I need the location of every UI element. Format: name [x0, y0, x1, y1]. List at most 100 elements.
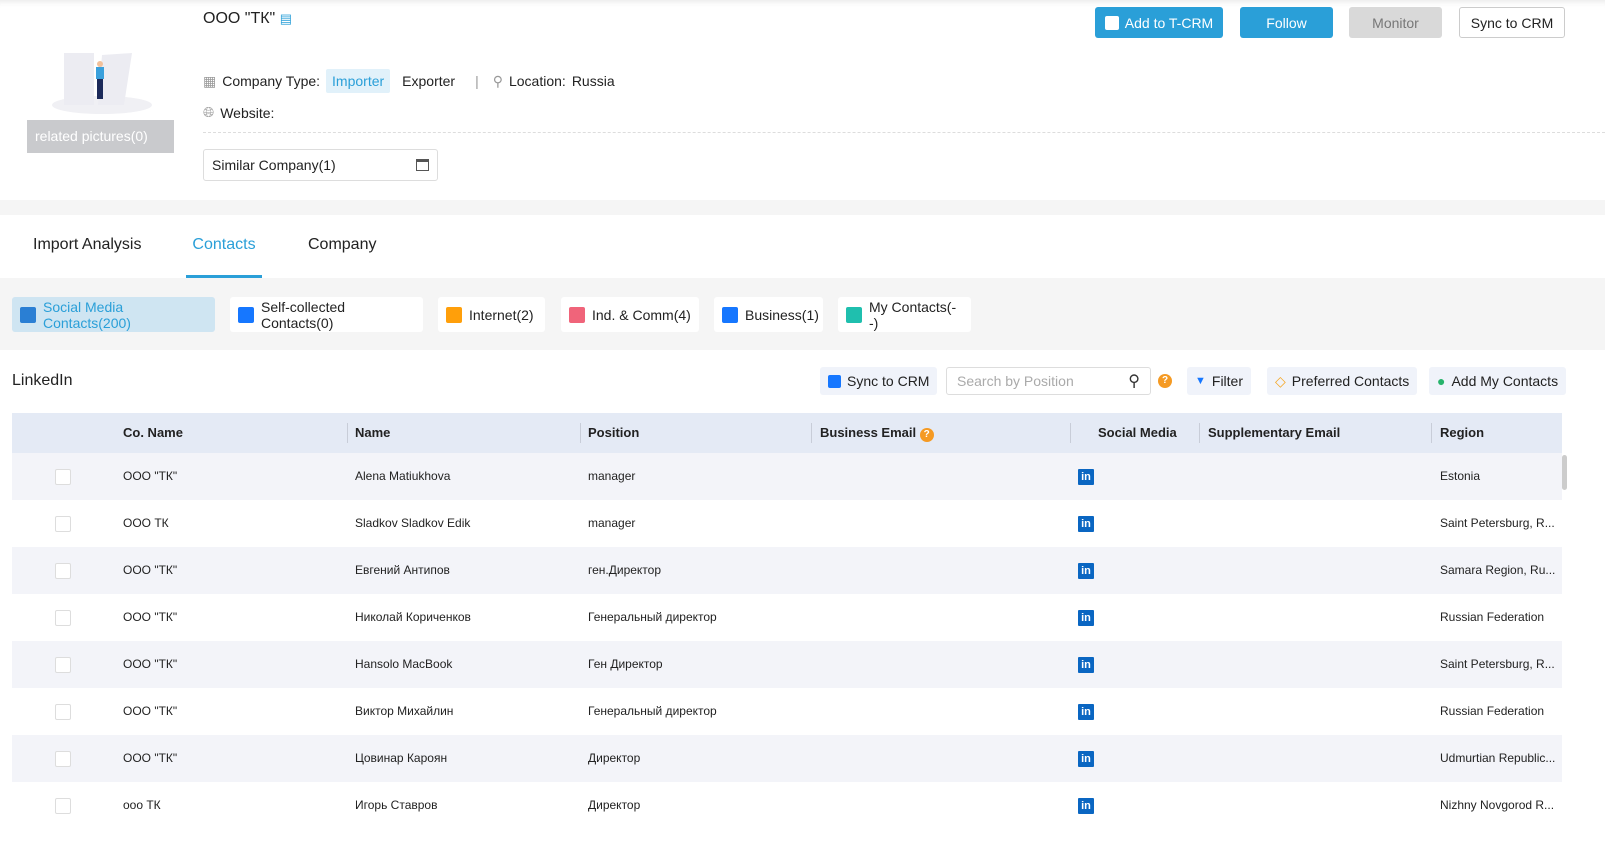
similar-company-label: Similar Company(1) — [212, 157, 336, 173]
cell-region: Russian Federation — [1440, 610, 1545, 624]
linkedin-icon[interactable]: in — [1078, 469, 1094, 485]
linkedin-icon[interactable]: in — [1078, 563, 1094, 579]
subtab-self-collected[interactable]: Self-collected Contacts(0) — [230, 297, 423, 332]
cell-region: Samara Region, Ru... — [1440, 563, 1556, 577]
row-checkbox[interactable] — [55, 751, 71, 767]
cell: Директор — [588, 751, 641, 765]
main-tabs: Import Analysis Contacts Company — [0, 215, 1605, 278]
table-row[interactable]: ООО "ТК" Hansolo MacBook Ген Директор in Sai… — [12, 641, 1562, 688]
type-exporter[interactable]: Exporter — [396, 69, 461, 93]
divider — [203, 132, 1605, 133]
company-type-label: Company Type: — [222, 73, 321, 89]
column-header: Position — [588, 413, 639, 453]
subtab-stamp[interactable]: Ind. & Comm(4) — [561, 297, 699, 332]
row-checkbox[interactable] — [55, 469, 71, 485]
table-row[interactable]: ООО "ТК" Цовинар Кароян Директор in Udmurtia… — [12, 735, 1562, 782]
type-importer[interactable]: Importer — [326, 69, 391, 93]
cell: Цовинар Кароян — [355, 751, 448, 765]
add-to-tcrm-label: Add to T-CRM — [1124, 14, 1214, 31]
column-header: Name — [355, 413, 390, 453]
row-checkbox[interactable] — [55, 610, 71, 626]
linkedin-icon[interactable]: in — [1078, 798, 1094, 814]
related-pictures-button[interactable]: related pictures(0) — [27, 120, 174, 153]
search-icon[interactable]: ⚲ — [1128, 371, 1140, 391]
column-label: Co. Name — [123, 425, 183, 440]
filter-button[interactable]: ▼ Filter — [1187, 367, 1252, 395]
cell: Евгений Антипов — [355, 563, 450, 577]
table-row[interactable]: ООО "ТК" Alena Matiukhova manager in Estonia — [12, 453, 1562, 500]
add-to-tcrm-button[interactable]: Add to T-CRM — [1095, 7, 1223, 38]
column-label: Social Media — [1098, 425, 1177, 440]
column-divider[interactable] — [347, 423, 348, 443]
column-divider[interactable] — [811, 423, 812, 443]
website-label: Website: — [220, 104, 275, 121]
search-placeholder: Search by Position — [957, 373, 1074, 389]
cell: ООО "ТК" — [123, 704, 178, 718]
company-name: ООО "ТК" ▤ — [203, 10, 292, 28]
linkedin-icon[interactable]: in — [1078, 610, 1094, 626]
column-label: Business Email — [820, 425, 917, 440]
location-label: Location: — [508, 73, 566, 89]
cell: Ген Директор — [588, 657, 663, 671]
table-row[interactable]: ооо ТК Игорь Ставров Директор in Nizhny Novg… — [12, 782, 1562, 829]
separator: | — [475, 73, 479, 89]
location-value: Russia — [571, 73, 615, 89]
table-row[interactable]: ООО "ТК" Виктор Михайлин Генеральный дирек… — [12, 688, 1562, 735]
linkedin-icon[interactable]: in — [1078, 751, 1094, 767]
add-my-label: Add My Contacts — [1451, 373, 1559, 389]
column-divider[interactable] — [580, 423, 581, 443]
search-position-input[interactable]: Search by Position ⚲ — [946, 367, 1151, 395]
help-icon[interactable]: ? — [1158, 374, 1172, 388]
tcrm-icon — [828, 374, 841, 388]
monitor-button[interactable]: Monitor — [1349, 7, 1442, 38]
follow-button[interactable]: Follow — [1240, 7, 1333, 38]
subtab-internet-mail[interactable]: Internet(2) — [438, 297, 545, 332]
subtab-label: My Contacts(--) — [869, 298, 957, 331]
row-checkbox[interactable] — [55, 798, 71, 814]
row-checkbox[interactable] — [55, 657, 71, 673]
subtab-business-chart[interactable]: Business(1) — [714, 297, 823, 332]
stamp-icon — [569, 306, 585, 323]
subtab-my-contacts[interactable]: My Contacts(--) — [838, 297, 971, 332]
column-divider[interactable] — [1070, 423, 1071, 443]
cell: Игорь Ставров — [355, 798, 438, 812]
table-row[interactable]: ООО "ТК" Евгений Антипов ген.Директор in Sam… — [12, 547, 1562, 594]
placeholder-illustration — [52, 53, 152, 114]
tab-import-analysis[interactable]: Import Analysis — [33, 215, 141, 278]
sync-label: Sync to CRM — [847, 373, 930, 389]
tab-company[interactable]: Company — [308, 215, 376, 278]
scrollbar[interactable] — [1562, 455, 1567, 490]
subtab-label: Ind. & Comm(4) — [592, 306, 691, 323]
table-row[interactable]: ООО "ТК" Николай Кориченков Генеральный ди… — [12, 594, 1562, 641]
sync-to-crm-list-button[interactable]: Sync to CRM — [820, 367, 938, 395]
table-header: Co. Name Name Position Business Email ? Soci… — [12, 413, 1562, 453]
cell: Генеральный директор — [588, 704, 717, 718]
column-divider[interactable] — [1431, 423, 1432, 443]
linkedin-icon[interactable]: in — [1078, 657, 1094, 673]
cell: ООО "ТК" — [123, 657, 178, 671]
cell: Николай Кориченков — [355, 610, 471, 624]
copy-icon[interactable]: ▤ — [280, 11, 292, 26]
cell-region: Estonia — [1440, 469, 1481, 483]
cell: Alena Matiukhova — [355, 469, 451, 483]
company-type-icon: ▦ — [203, 72, 217, 89]
table-row[interactable]: ООО ТК Sladkov Sladkov Edik manager in Saint… — [12, 500, 1562, 547]
social-media-icon — [20, 306, 36, 323]
add-my-contacts-button[interactable]: ● Add My Contacts — [1429, 367, 1567, 395]
sync-to-crm-button[interactable]: Sync to CRM — [1459, 7, 1565, 38]
subtab-social-media[interactable]: Social Media Contacts(200) — [12, 297, 215, 332]
row-checkbox[interactable] — [55, 563, 71, 579]
column-label: Position — [588, 425, 640, 440]
similar-company-button[interactable]: Similar Company(1) — [203, 149, 438, 181]
cell: ген.Директор — [588, 563, 662, 577]
row-checkbox[interactable] — [55, 516, 71, 532]
preferred-contacts-button[interactable]: ◇ Preferred Contacts — [1267, 367, 1418, 395]
cell: Директор — [588, 798, 641, 812]
row-checkbox[interactable] — [55, 704, 71, 720]
linkedin-icon[interactable]: in — [1078, 516, 1094, 532]
tab-contacts[interactable]: Contacts — [186, 215, 262, 278]
cell: ООО "ТК" — [123, 563, 178, 577]
linkedin-icon[interactable]: in — [1078, 704, 1094, 720]
help-icon[interactable]: ? — [919, 428, 934, 442]
column-divider[interactable] — [1199, 423, 1200, 443]
